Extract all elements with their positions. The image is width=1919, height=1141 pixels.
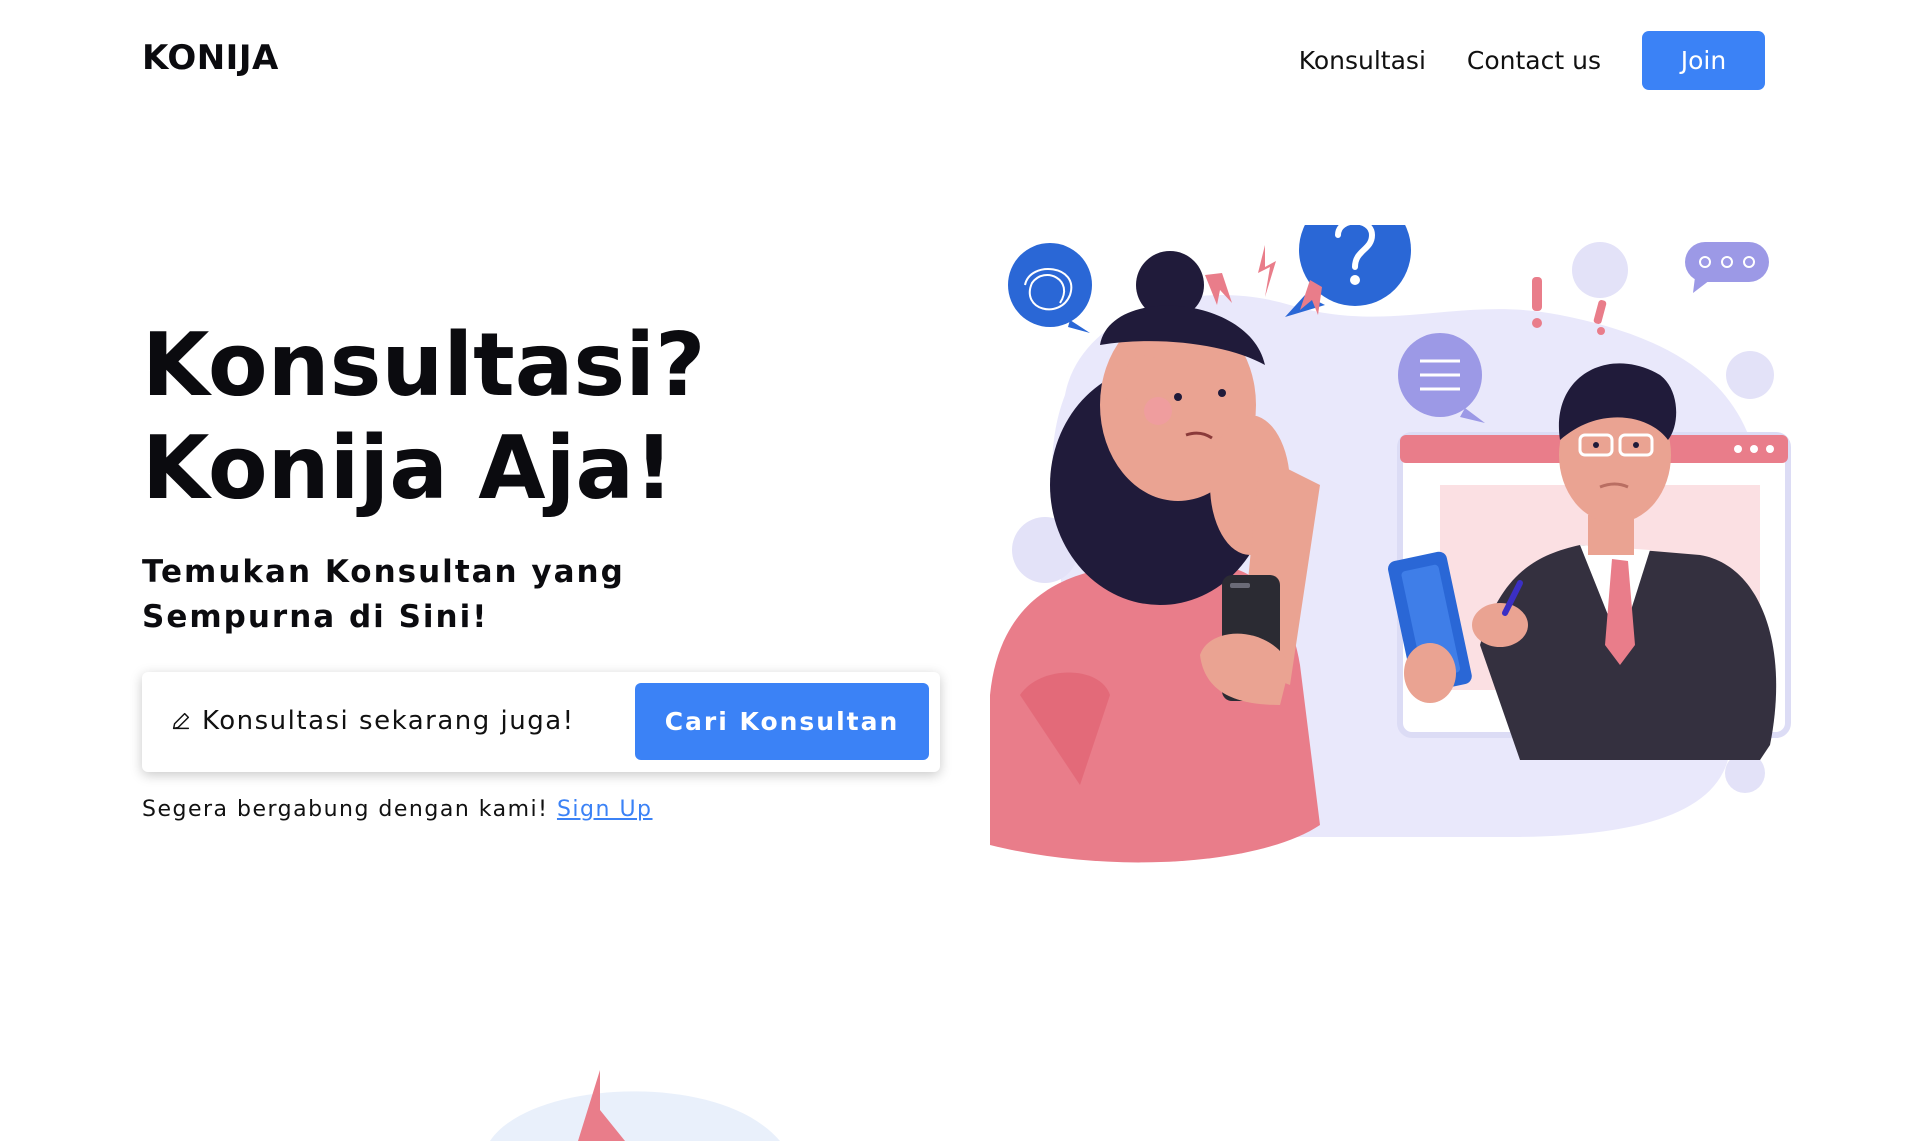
pencil-icon: [172, 712, 190, 730]
brand-logo[interactable]: KONIJA: [142, 38, 279, 78]
hero-title: Konsultasi? Konija Aja!: [142, 314, 706, 520]
ellipsis-bubble: [1685, 242, 1769, 293]
signup-link[interactable]: Sign Up: [557, 797, 653, 822]
deco-bubble: [1572, 242, 1628, 298]
hero-title-line-2: Konija Aja!: [142, 417, 674, 519]
search-card: Cari Konsultan: [142, 672, 940, 772]
bottom-decoration: [490, 1070, 780, 1141]
hero-title-line-1: Konsultasi?: [142, 314, 706, 416]
signup-text: Segera bergabung dengan kami!: [142, 797, 549, 822]
navbar: KONIJA Konsultasi Contact us Join: [0, 0, 1919, 120]
join-button[interactable]: Join: [1642, 31, 1765, 90]
scribble-bubble: [1008, 243, 1092, 333]
deco-bubble: [1726, 351, 1774, 399]
nav-link-konsultasi[interactable]: Konsultasi: [1299, 46, 1426, 75]
nav-link-contact-us[interactable]: Contact us: [1467, 46, 1601, 75]
cari-konsultan-button[interactable]: Cari Konsultan: [635, 683, 929, 760]
hero-subtitle: Temukan Konsultan yang Sempurna di Sini!: [142, 554, 625, 635]
nav-links: Konsultasi Contact us Join: [1299, 31, 1765, 90]
signup-line: Segera bergabung dengan kami! Sign Up: [142, 797, 653, 822]
hero-illustration: [990, 225, 1791, 863]
